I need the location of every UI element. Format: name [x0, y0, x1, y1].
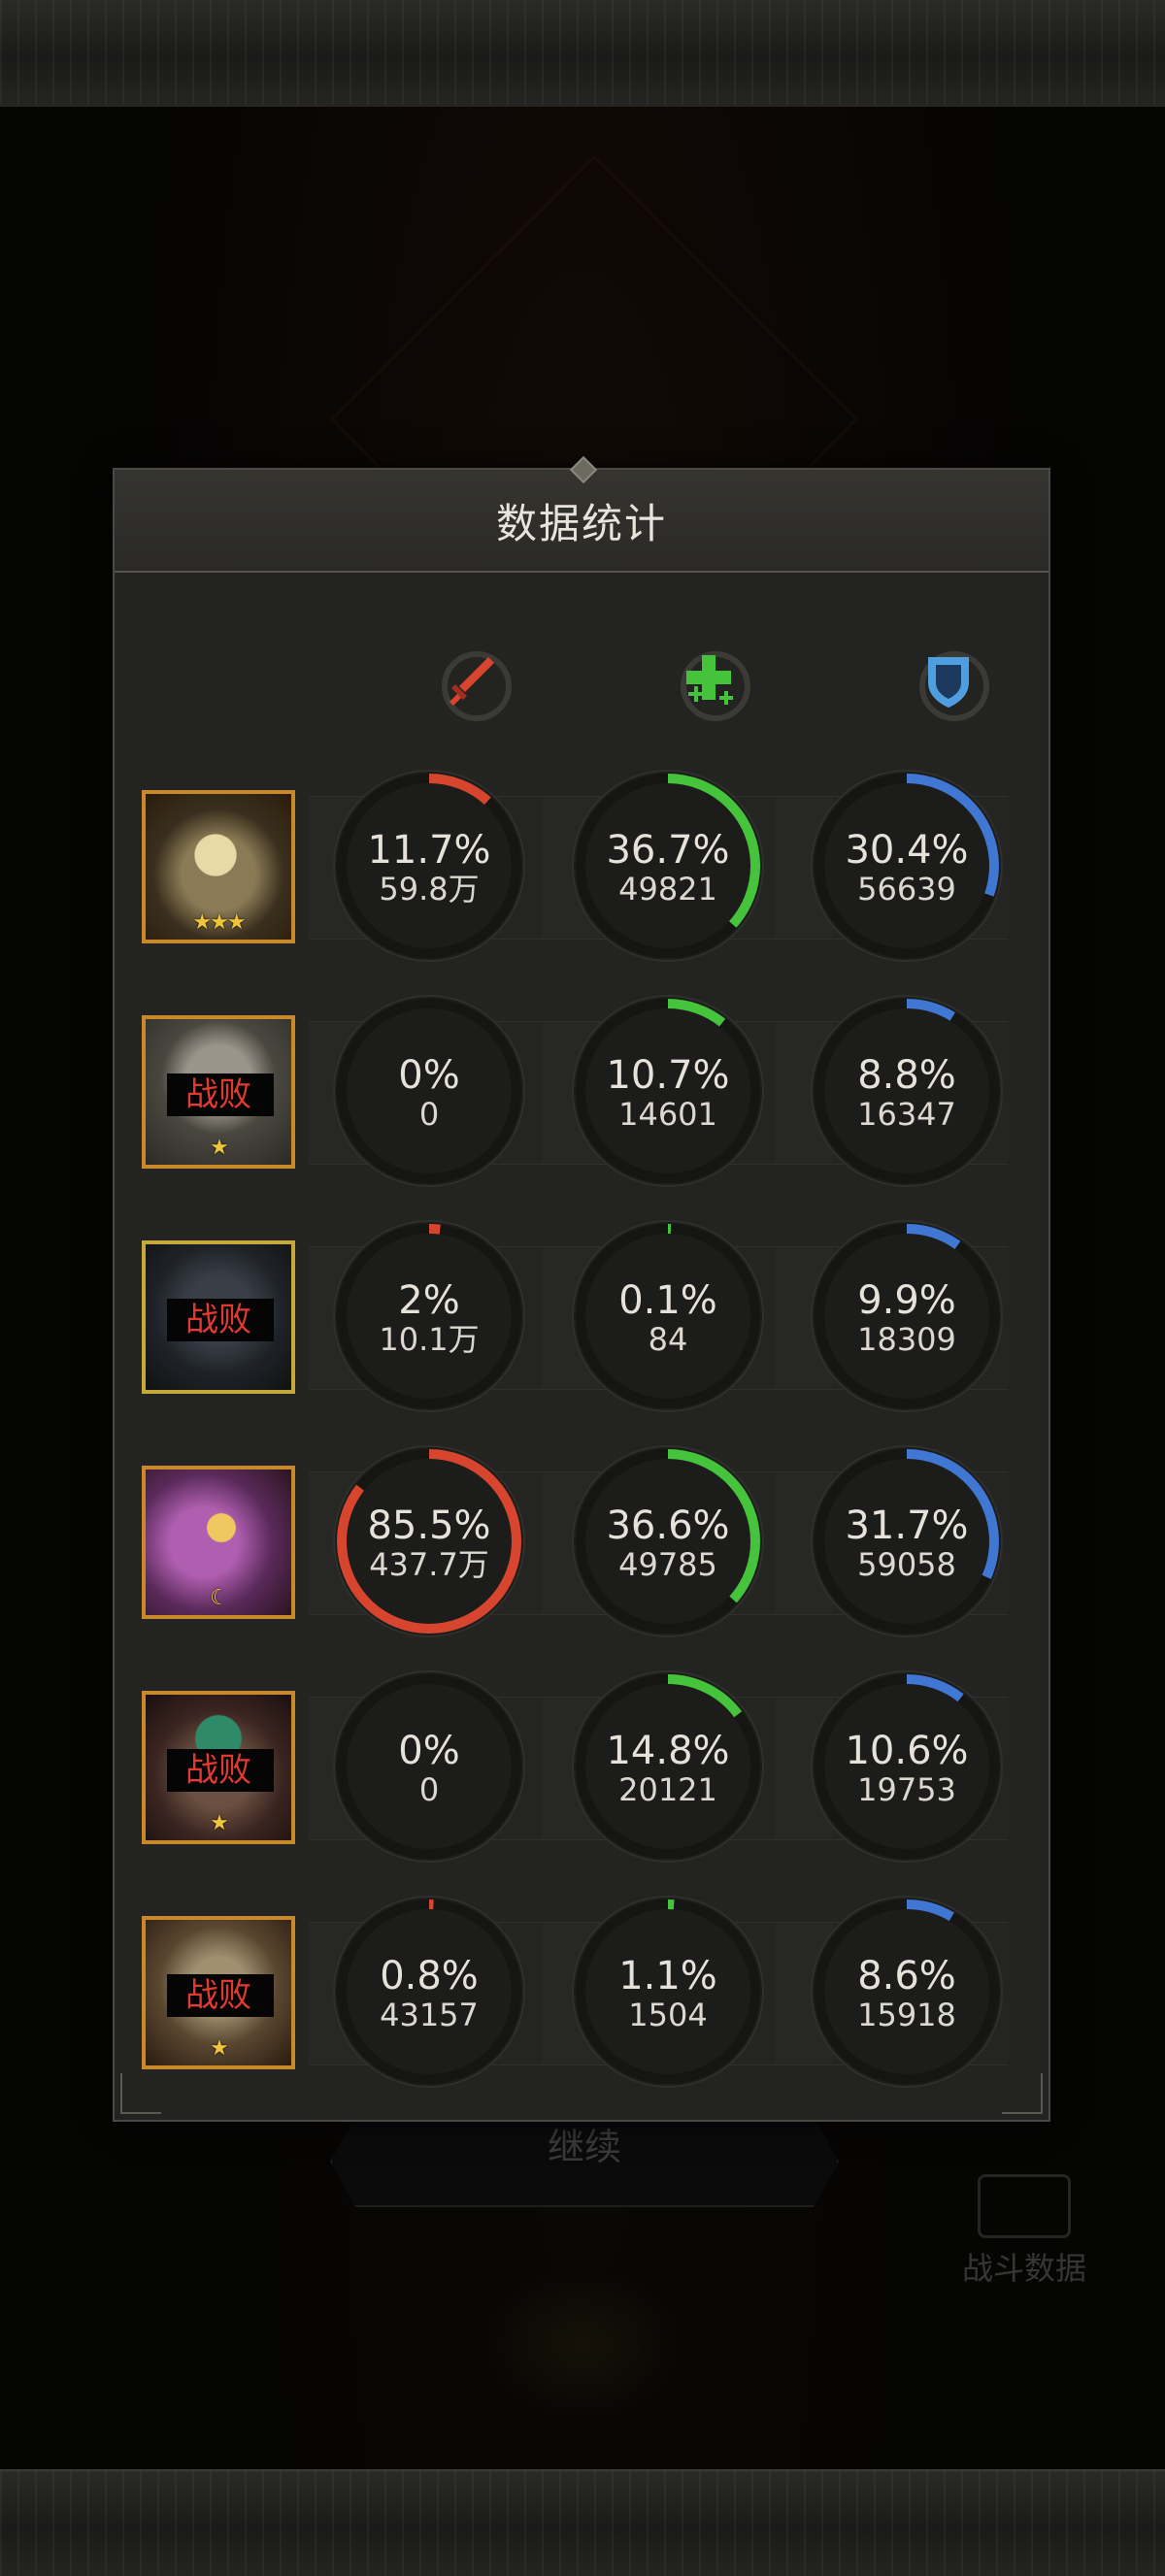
- hero-portrait[interactable]: 战败: [142, 1240, 295, 1394]
- damage-share-ring: 2% 10.1万: [332, 1219, 526, 1413]
- panel-title: 数据统计: [495, 499, 667, 547]
- top-frame: [0, 0, 1165, 107]
- heal-share-ring: 36.6% 49785: [571, 1444, 765, 1638]
- shield-percent: 31.7%: [845, 1503, 969, 1548]
- shield-amount: 56639: [857, 871, 956, 908]
- heal-share-ring: 10.7% 14601: [571, 994, 765, 1188]
- panel-header: 数据统计: [115, 455, 1048, 573]
- shield-share-ring: 8.8% 16347: [810, 994, 1004, 1188]
- hero-star-rating: ☾: [210, 1586, 229, 1610]
- stat-column-headers: [115, 637, 1048, 724]
- heal-share-ring: 36.7% 49821: [571, 769, 765, 963]
- shield-amount: 19753: [857, 1771, 956, 1808]
- heal-cross-icon: [666, 637, 753, 724]
- defeat-label: 战败: [185, 1301, 251, 1339]
- shield-percent: 10.6%: [845, 1729, 969, 1773]
- shield-share-ring: 10.6% 19753: [810, 1669, 1004, 1864]
- damage-amount: 10.1万: [379, 1321, 480, 1358]
- damage-percent: 0%: [398, 1053, 460, 1098]
- hero-star-rating: ★: [210, 1811, 229, 1835]
- damage-amount: 59.8万: [379, 871, 480, 908]
- damage-share-ring: 0% 0: [332, 1669, 526, 1864]
- heal-percent: 36.6%: [606, 1503, 730, 1548]
- shield-amount: 59058: [857, 1546, 956, 1583]
- heal-percent: 36.7%: [606, 828, 730, 873]
- damage-percent: 85.5%: [367, 1503, 491, 1548]
- hero-star-rating: ★★★: [192, 910, 246, 935]
- sword-icon: [427, 637, 515, 724]
- shield-percent: 9.9%: [857, 1278, 956, 1323]
- damage-share-ring: 11.7% 59.8万: [332, 769, 526, 963]
- damage-amount: 0: [418, 1771, 440, 1808]
- damage-amount: 0: [418, 1096, 440, 1133]
- shield-share-ring: 31.7% 59058: [810, 1444, 1004, 1638]
- damage-percent: 0.8%: [380, 1954, 479, 1998]
- shield-icon: [905, 637, 992, 724]
- damage-share-ring: 0% 0: [332, 994, 526, 1188]
- heal-amount: 49821: [618, 871, 717, 908]
- damage-percent: 0%: [398, 1729, 460, 1773]
- heal-percent: 1.1%: [618, 1954, 717, 1998]
- bottom-frame: [0, 2469, 1165, 2576]
- heal-share-ring: 0.1% 84: [571, 1219, 765, 1413]
- heal-percent: 0.1%: [618, 1278, 717, 1323]
- hero-row: 战败 ★ 0% 0 14.8% 20121 10.6% 19753: [115, 1669, 1048, 1864]
- heal-share-ring: 1.1% 1504: [571, 1895, 765, 2089]
- defeat-label: 战败: [185, 1976, 251, 2015]
- shield-percent: 8.6%: [857, 1954, 956, 1998]
- hero-row: 战败 ★ 0.8% 43157 1.1% 1504 8.6% 15918: [115, 1895, 1048, 2089]
- hero-star-rating: ★: [210, 2036, 229, 2061]
- heal-amount: 20121: [618, 1771, 717, 1808]
- heal-share-ring: 14.8% 20121: [571, 1669, 765, 1864]
- heal-percent: 10.7%: [606, 1053, 730, 1098]
- damage-amount: 43157: [380, 1997, 479, 2033]
- damage-share-ring: 0.8% 43157: [332, 1895, 526, 2089]
- damage-amount: 437.7万: [369, 1546, 489, 1583]
- hero-row: ☾ 85.5% 437.7万 36.6% 49785 31.7% 59058: [115, 1444, 1048, 1638]
- damage-share-ring: 85.5% 437.7万: [332, 1444, 526, 1638]
- hero-row: 战败 ★ 0% 0 10.7% 14601 8.8% 16347: [115, 994, 1048, 1188]
- hero-row: 战败 2% 10.1万 0.1% 84 9.9% 18309: [115, 1219, 1048, 1413]
- hero-row: ★★★ 11.7% 59.8万 36.7% 49821 30.4% 56639: [115, 769, 1048, 963]
- shield-share-ring: 30.4% 56639: [810, 769, 1004, 963]
- shield-amount: 18309: [857, 1321, 956, 1358]
- shield-amount: 16347: [857, 1096, 956, 1133]
- shield-amount: 15918: [857, 1997, 956, 2033]
- shield-percent: 30.4%: [845, 828, 969, 873]
- shield-share-ring: 9.9% 18309: [810, 1219, 1004, 1413]
- defeat-label: 战败: [185, 1751, 251, 1790]
- heal-percent: 14.8%: [606, 1729, 730, 1773]
- damage-percent: 2%: [398, 1278, 460, 1323]
- hero-star-rating: ★: [210, 1136, 229, 1160]
- defeat-label: 战败: [185, 1075, 251, 1114]
- stats-panel: 数据统计 ★★★ 11.7% 59.8万 36.7% 49821 30.4% 5…: [113, 455, 1050, 2122]
- heal-amount: 1504: [628, 1997, 708, 2033]
- heal-amount: 49785: [618, 1546, 717, 1583]
- heal-amount: 84: [648, 1321, 688, 1358]
- damage-percent: 11.7%: [367, 828, 491, 873]
- shield-share-ring: 8.6% 15918: [810, 1895, 1004, 2089]
- shield-percent: 8.8%: [857, 1053, 956, 1098]
- heal-amount: 14601: [618, 1096, 717, 1133]
